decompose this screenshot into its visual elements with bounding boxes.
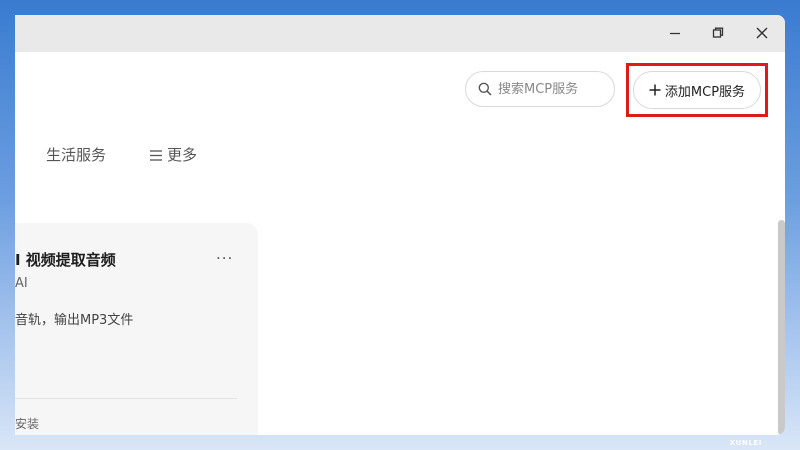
plus-icon [649, 84, 661, 96]
card-more-button[interactable]: ... [216, 245, 233, 263]
card-title: I 视频提取音频 [15, 251, 116, 269]
search-input[interactable] [498, 81, 603, 97]
card-description: 音轨，输出MP3文件 [15, 313, 134, 328]
tab-label: 更多 [167, 146, 198, 164]
search-box[interactable] [465, 71, 615, 107]
add-mcp-service-label: 添加MCP服务 [664, 84, 746, 100]
tab-life-services[interactable]: 生活服务 [46, 145, 106, 165]
close-button[interactable] [750, 21, 774, 45]
card-author: AI [15, 276, 28, 291]
close-icon [756, 27, 768, 39]
vertical-scrollbar[interactable] [778, 220, 785, 435]
menu-icon [150, 149, 162, 161]
restore-icon [712, 27, 724, 38]
minimize-button[interactable] [663, 21, 687, 45]
app-window: 添加MCP服务 生活服务 更多 I 视频提取音频 AI 音轨，输出MP3文件 .… [15, 15, 785, 435]
desktop-watermark: XUNLEI [729, 439, 762, 447]
restore-button[interactable] [706, 21, 730, 45]
card-divider [15, 398, 237, 399]
title-bar [15, 15, 785, 52]
add-mcp-service-button[interactable]: 添加MCP服务 [633, 71, 761, 109]
card-install-link[interactable]: 安装 [15, 415, 39, 432]
mcp-service-card[interactable]: I 视频提取音频 AI 音轨，输出MP3文件 ... 安装 [15, 223, 258, 435]
search-icon [478, 82, 492, 96]
minimize-icon [670, 32, 680, 35]
tab-more[interactable]: 更多 [150, 145, 197, 165]
tab-label: 生活服务 [46, 146, 107, 164]
